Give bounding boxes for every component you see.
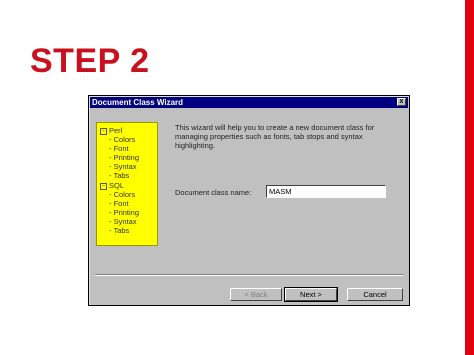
tree-item[interactable]: - Printing: [109, 208, 139, 217]
tree-item-label: Printing: [113, 208, 140, 217]
back-button[interactable]: < Back: [230, 288, 282, 301]
wizard-description: This wizard will help you to create a ne…: [175, 123, 380, 150]
tree-item-label: Colors: [113, 135, 136, 144]
description-line: highlighting.: [175, 141, 216, 150]
tree-node-label: Perl: [109, 126, 123, 135]
tree-item-label: Printing: [113, 153, 140, 162]
tree-item-label: Tabs: [113, 171, 130, 180]
tree-item-label: Font: [113, 144, 129, 153]
tree-node-perl[interactable]: − Perl: [100, 126, 122, 135]
tree-node-sql[interactable]: − SQL: [100, 181, 124, 190]
tree-item-label: Tabs: [113, 226, 130, 235]
collapse-icon[interactable]: −: [100, 127, 107, 135]
tree-item[interactable]: - Font: [109, 144, 129, 153]
dialog-title: Document Class Wizard: [92, 98, 184, 107]
tree-item[interactable]: - Syntax: [109, 162, 137, 171]
document-class-wizard-dialog: Document Class Wizard x − Perl - Colors -…: [88, 95, 410, 306]
cancel-button[interactable]: Cancel: [347, 288, 403, 301]
tree-node-label: SQL: [109, 181, 125, 190]
next-button[interactable]: Next >: [284, 287, 338, 302]
tree-item[interactable]: - Tabs: [109, 226, 129, 235]
tree-item-label: Font: [113, 199, 129, 208]
tree-item-label: Syntax: [113, 217, 137, 226]
description-line: managing properties such as fonts, tab s…: [175, 132, 363, 141]
collapse-icon[interactable]: −: [100, 182, 107, 190]
document-class-tree[interactable]: − Perl - Colors - Font - Printing - Synta…: [96, 122, 158, 246]
tree-item[interactable]: - Tabs: [109, 171, 129, 180]
description-line: This wizard will help you to create a ne…: [175, 123, 375, 132]
close-button[interactable]: x: [397, 98, 406, 106]
class-name-input[interactable]: MASM: [266, 185, 386, 198]
tree-item[interactable]: - Printing: [109, 153, 139, 162]
close-icon: x: [399, 98, 404, 105]
accent-bar: [465, 0, 474, 355]
tree-item-label: Syntax: [113, 162, 137, 171]
class-name-label: Document class name:: [175, 188, 252, 197]
tree-item-label: Colors: [113, 190, 136, 199]
tree-item[interactable]: - Colors: [109, 190, 135, 199]
tree-item[interactable]: - Colors: [109, 135, 135, 144]
tree-item[interactable]: - Syntax: [109, 217, 137, 226]
tree-item[interactable]: - Font: [109, 199, 129, 208]
slide-title: STEP 2: [30, 42, 150, 80]
button-separator: [95, 274, 403, 276]
dialog-titlebar: Document Class Wizard x: [90, 97, 408, 108]
